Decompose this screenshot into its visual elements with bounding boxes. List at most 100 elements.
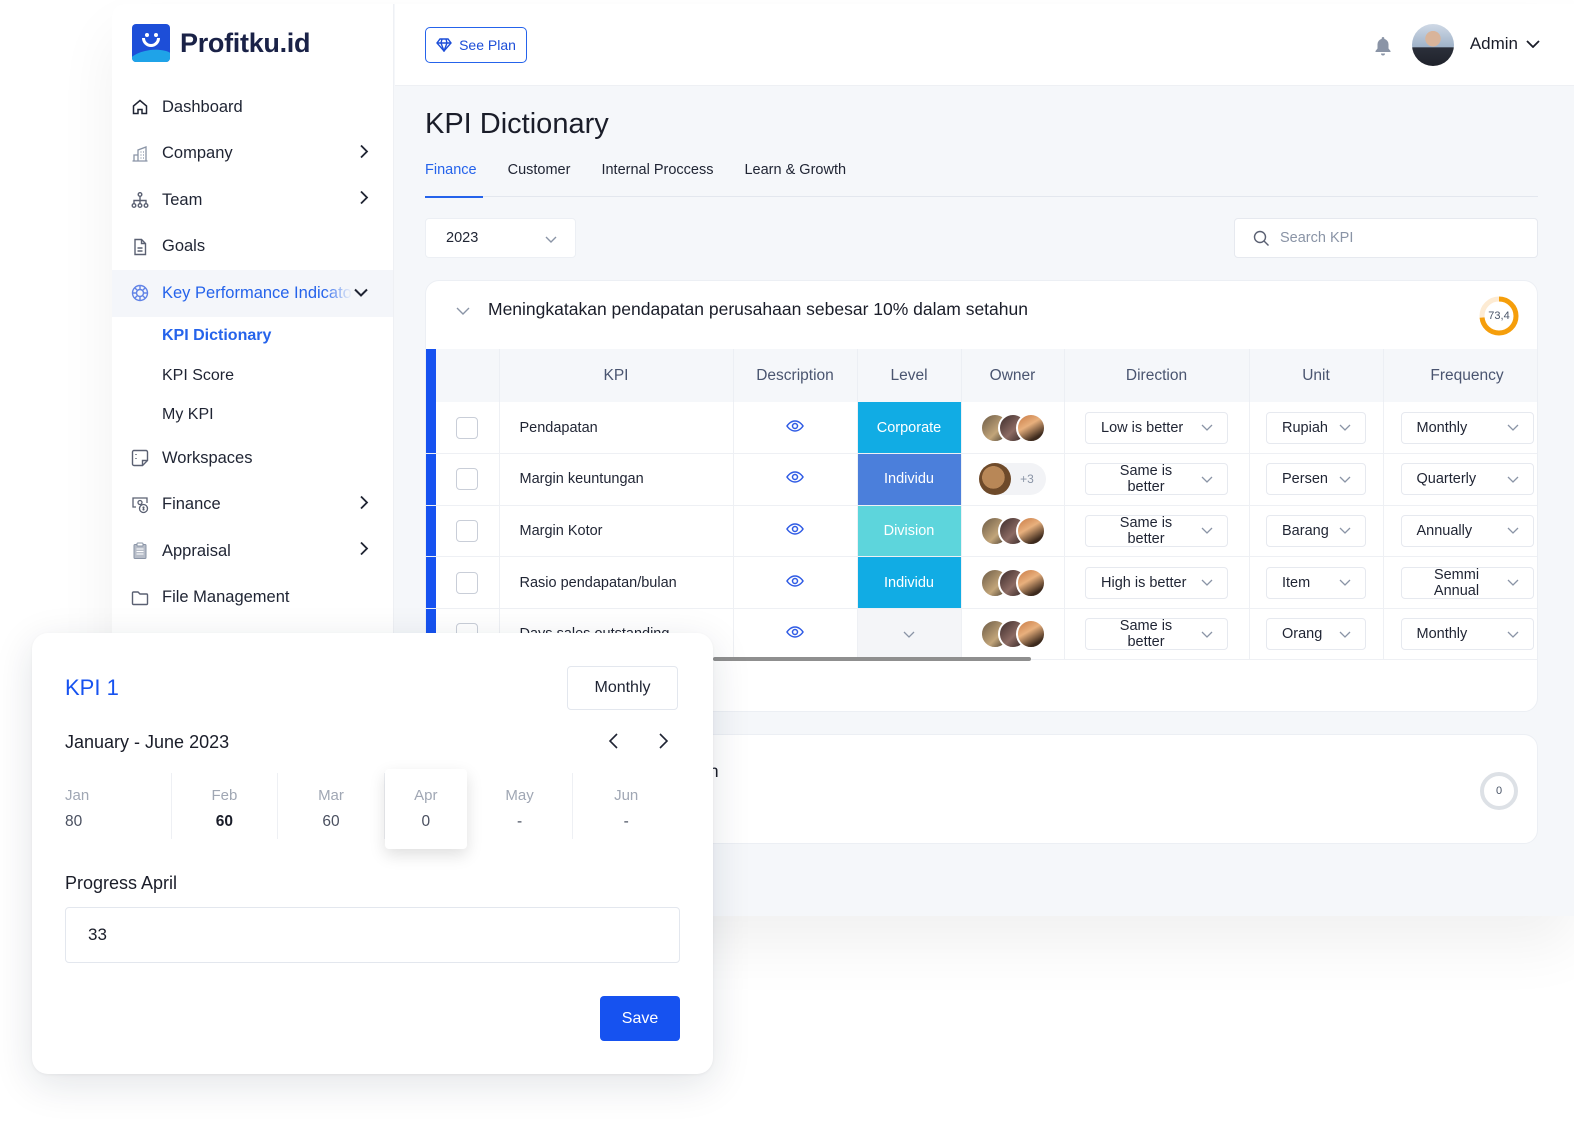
search-input[interactable] bbox=[1280, 230, 1520, 246]
sidebar-item-goals[interactable]: Goals bbox=[112, 224, 393, 271]
view-description-icon[interactable] bbox=[786, 471, 804, 484]
select-column-header bbox=[436, 349, 500, 402]
sidebar-item-finance[interactable]: Finance bbox=[112, 482, 393, 529]
chevron-down-icon bbox=[353, 284, 369, 303]
month-cell-jun[interactable]: Jun - bbox=[573, 773, 679, 839]
frequency-select[interactable]: Annually bbox=[1400, 514, 1534, 547]
goal-title: Meningkatakan pendapatan perusahaan sebe… bbox=[488, 299, 1028, 319]
see-plan-button[interactable]: See Plan bbox=[425, 27, 527, 63]
chevron-down-icon bbox=[1201, 579, 1213, 586]
previous-period-button[interactable] bbox=[607, 732, 619, 755]
chevron-down-icon[interactable] bbox=[456, 299, 470, 320]
frequency-select[interactable]: Monthly bbox=[1400, 618, 1534, 651]
row-accent bbox=[426, 349, 436, 402]
unit-select[interactable]: Rupiah bbox=[1266, 411, 1366, 444]
frequency-select[interactable]: Monthly bbox=[1400, 411, 1534, 444]
view-description-icon[interactable] bbox=[786, 523, 804, 535]
chevron-down-icon bbox=[1201, 631, 1213, 638]
user-menu[interactable]: Admin bbox=[1470, 34, 1540, 54]
avatar bbox=[1015, 412, 1046, 443]
level-badge: Individu bbox=[857, 556, 962, 609]
year-select[interactable]: 2023 bbox=[425, 218, 576, 258]
view-description-icon[interactable] bbox=[786, 626, 804, 638]
top-bar: See Plan Admin bbox=[395, 4, 1574, 86]
user-avatar[interactable] bbox=[1412, 24, 1454, 66]
sidebar-subitem-my-kpi[interactable]: My KPI bbox=[112, 396, 393, 436]
avatar bbox=[1015, 515, 1046, 546]
month-label: Jun bbox=[614, 787, 639, 804]
unit-select[interactable]: Orang bbox=[1266, 618, 1366, 651]
owner-cell: +3 bbox=[961, 453, 1065, 506]
row-checkbox[interactable] bbox=[456, 519, 479, 542]
sidebar-item-team[interactable]: Team bbox=[112, 177, 393, 224]
unit-select[interactable]: Persen bbox=[1266, 463, 1366, 496]
see-plan-label: See Plan bbox=[459, 37, 516, 53]
direction-value: Same is better bbox=[1119, 463, 1173, 496]
month-cell-apr[interactable]: Apr 0 bbox=[384, 769, 467, 849]
more-owners-count: +3 bbox=[1020, 472, 1034, 487]
owner-avatars[interactable]: +3 bbox=[962, 463, 1064, 496]
unit-value: Item bbox=[1282, 574, 1311, 591]
tab-customer[interactable]: Customer bbox=[508, 156, 571, 197]
chevron-down-icon bbox=[1201, 527, 1213, 535]
frequency-select[interactable]: Quarterly bbox=[1400, 463, 1534, 496]
month-cell-mar[interactable]: Mar 60 bbox=[278, 773, 385, 839]
row-checkbox[interactable] bbox=[456, 571, 479, 594]
month-cell-feb[interactable]: Feb 60 bbox=[172, 773, 279, 839]
sidebar-item-dashboard[interactable]: Dashboard bbox=[112, 84, 393, 131]
select-cell bbox=[436, 505, 500, 558]
horizontal-scrollbar[interactable] bbox=[713, 657, 1031, 661]
owner-avatars[interactable] bbox=[962, 412, 1064, 443]
save-button[interactable]: Save bbox=[600, 996, 680, 1041]
view-description-icon[interactable] bbox=[786, 574, 804, 587]
progress-input[interactable] bbox=[65, 907, 680, 963]
unit-value: Rupiah bbox=[1282, 419, 1328, 436]
row-checkbox[interactable] bbox=[456, 468, 479, 491]
sidebar-item-appraisal[interactable]: Appraisal bbox=[112, 528, 393, 575]
sidebar-subitem-kpi-score[interactable]: KPI Score bbox=[112, 356, 393, 396]
tab-finance[interactable]: Finance bbox=[425, 156, 483, 198]
table-header-row: KPI Description Level Owner Direction Un… bbox=[426, 349, 1537, 402]
month-value: 0 bbox=[421, 813, 431, 830]
owner-avatars[interactable] bbox=[962, 515, 1064, 546]
sidebar-item-kpi[interactable]: Key Performance Indicator bbox=[112, 270, 393, 317]
frequency-select[interactable]: Semmi Annual bbox=[1400, 566, 1534, 599]
frequency-value: Monthly bbox=[1416, 626, 1468, 643]
sidebar-item-company[interactable]: Company bbox=[112, 131, 393, 178]
unit-select[interactable]: Barang bbox=[1266, 514, 1366, 547]
direction-select[interactable]: Low is better bbox=[1085, 411, 1228, 444]
chevron-down-icon bbox=[1507, 631, 1519, 638]
sidebar-subitem-kpi-dictionary[interactable]: KPI Dictionary bbox=[112, 317, 393, 357]
notification-bell-icon[interactable] bbox=[1374, 36, 1392, 61]
sidebar-item-label: Finance bbox=[162, 495, 221, 514]
month-cell-may[interactable]: May - bbox=[467, 773, 574, 839]
next-period-button[interactable] bbox=[658, 732, 670, 755]
owner-avatars[interactable] bbox=[962, 567, 1064, 598]
direction-select[interactable]: Same is better bbox=[1085, 618, 1228, 651]
direction-select[interactable]: Same is better bbox=[1085, 514, 1228, 547]
sidebar-item-file-management[interactable]: File Management bbox=[112, 575, 393, 622]
table-row: Margin keuntungan Individu +3 Same is bette… bbox=[426, 453, 1537, 506]
month-value: 60 bbox=[215, 813, 234, 830]
chevron-down-icon bbox=[1339, 579, 1351, 586]
description-cell bbox=[733, 608, 858, 661]
direction-select[interactable]: High is better bbox=[1085, 566, 1228, 599]
goal-header[interactable]: Meningkatakan pendapatan perusahaan sebe… bbox=[456, 299, 1028, 320]
frequency-cell: Annually bbox=[1383, 505, 1537, 558]
month-cell-jan[interactable]: Jan 80 bbox=[65, 773, 172, 839]
sidebar-item-workspaces[interactable]: Workspaces bbox=[112, 435, 393, 482]
row-accent bbox=[426, 556, 436, 609]
owner-avatars[interactable] bbox=[962, 619, 1064, 650]
direction-select[interactable]: Same is better bbox=[1085, 463, 1228, 496]
level-select[interactable] bbox=[857, 608, 962, 661]
view-description-icon[interactable] bbox=[786, 419, 804, 432]
avatar bbox=[979, 463, 1012, 496]
tab-internal-process[interactable]: Internal Proccess bbox=[601, 156, 713, 197]
frequency-cell: Monthly bbox=[1383, 608, 1537, 661]
row-checkbox[interactable] bbox=[456, 416, 479, 439]
unit-select[interactable]: Item bbox=[1266, 566, 1366, 599]
tab-learn-growth[interactable]: Learn & Growth bbox=[744, 156, 846, 197]
brand[interactable]: Profitku.id bbox=[132, 24, 311, 62]
frequency-cell: Semmi Annual bbox=[1383, 556, 1537, 609]
frequency-button[interactable]: Monthly bbox=[567, 666, 678, 710]
